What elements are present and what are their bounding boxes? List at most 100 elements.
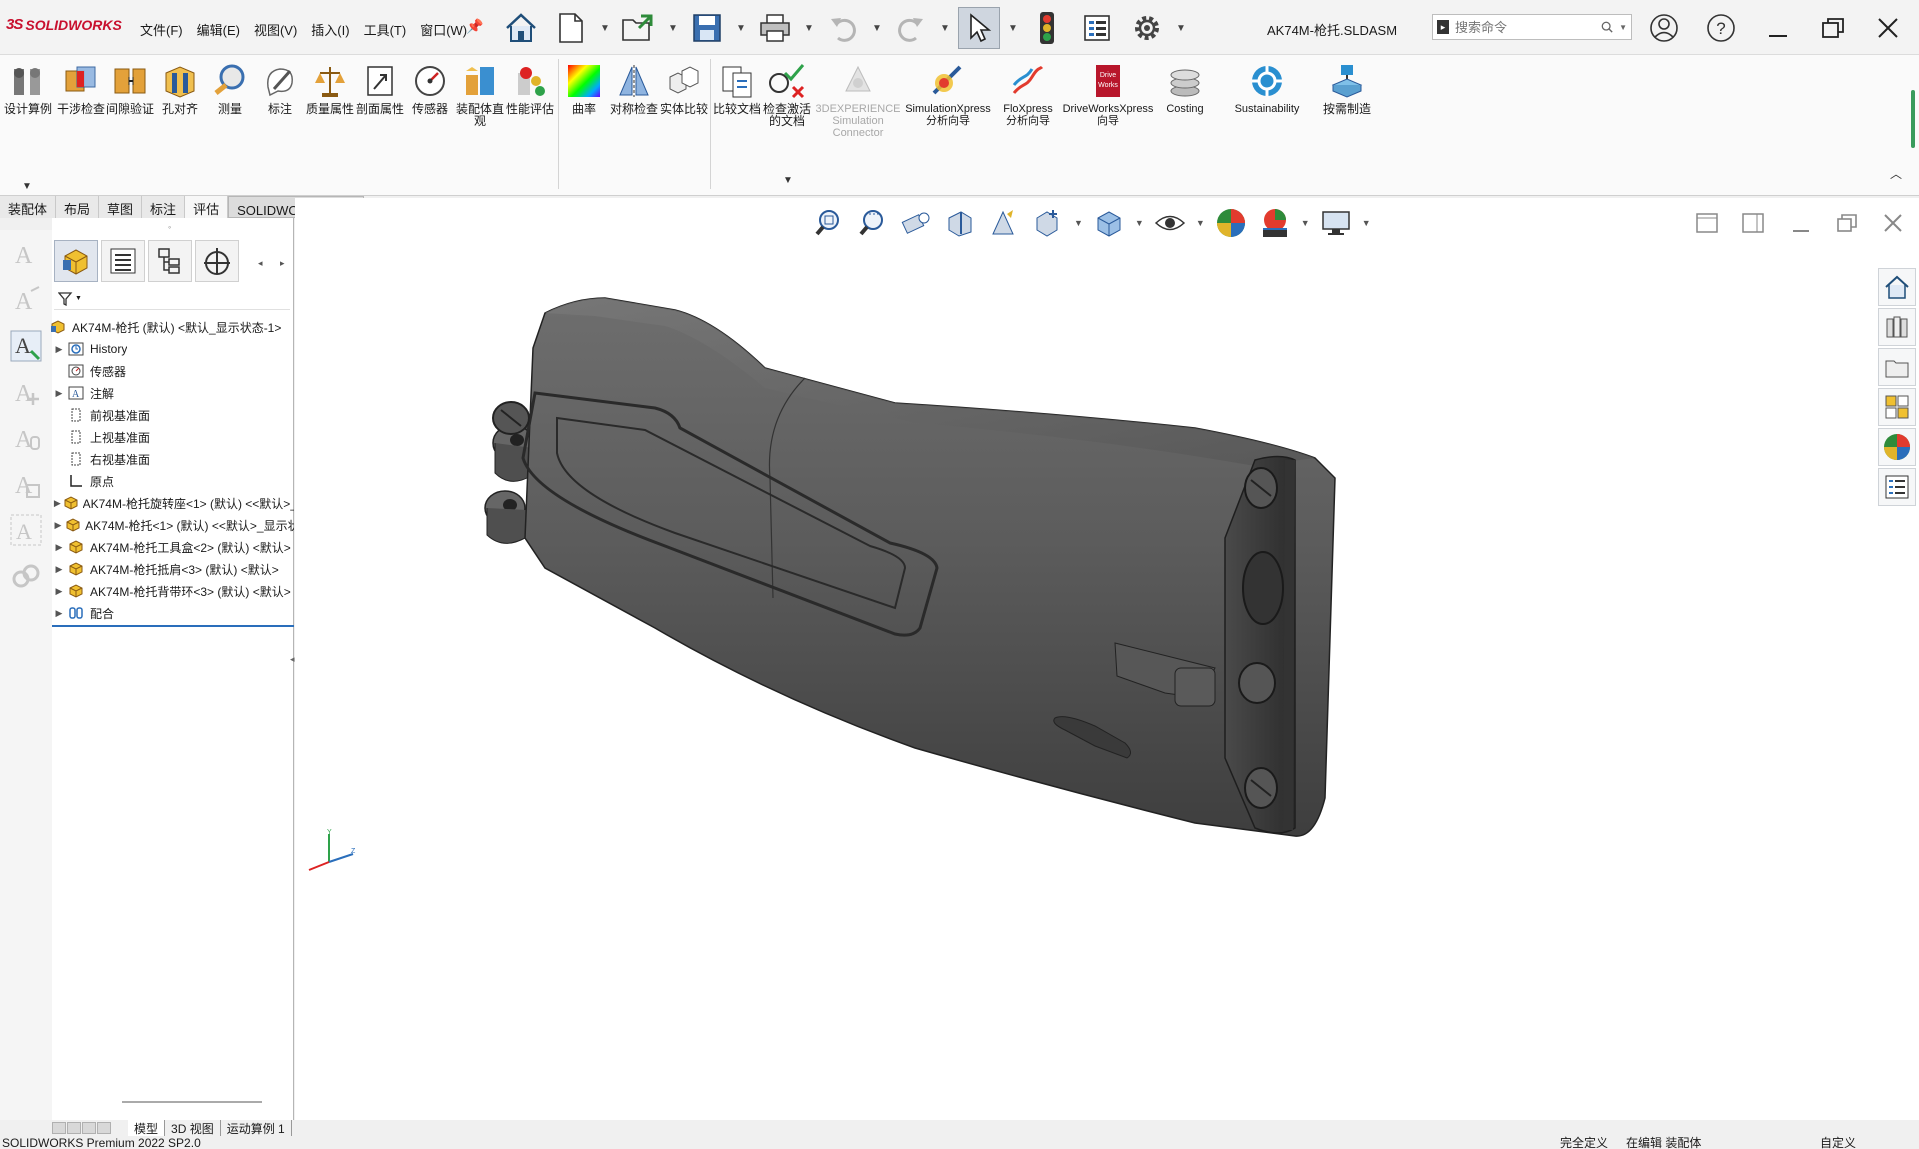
redo-icon[interactable] xyxy=(890,7,932,49)
simulationxpress-button[interactable]: SimulationXpress 分析向导 xyxy=(902,61,994,127)
menu-insert[interactable]: 插入(I) xyxy=(311,20,349,39)
view-orientation-icon[interactable] xyxy=(1030,205,1066,241)
panel-collapse-icon[interactable]: ◂ xyxy=(290,654,295,665)
tree-item-component[interactable]: ▶ AK74M-枪托抵肩<3> (默认) <默认> xyxy=(52,558,294,580)
design-library-icon[interactable] xyxy=(1878,308,1916,346)
home-icon[interactable] xyxy=(500,7,542,49)
feature-tree-tab-icon[interactable] xyxy=(54,240,98,282)
custom-properties-icon[interactable] xyxy=(1878,468,1916,506)
file-properties-icon[interactable] xyxy=(1076,7,1118,49)
note-icon[interactable]: A xyxy=(4,232,48,276)
document-note-icon[interactable]: A xyxy=(4,462,48,506)
property-manager-tab-icon[interactable] xyxy=(101,240,145,282)
tree-item-right-plane[interactable]: 右视基准面 xyxy=(52,448,294,470)
3d-model-buttstock[interactable] xyxy=(295,198,1919,1120)
print-dropdown-icon[interactable]: ▼ xyxy=(804,23,814,34)
viewport-split-right-icon[interactable] xyxy=(1738,210,1768,236)
markup-button[interactable]: 标注 xyxy=(256,61,304,115)
tree-item-component[interactable]: ▶ AK74M-枪托工具盒<2> (默认) <默认> xyxy=(52,536,294,558)
help-icon[interactable]: ? xyxy=(1703,10,1739,46)
expand-arrow-icon[interactable]: ▶ xyxy=(52,498,63,509)
ribbon-group-expand-icon[interactable]: ▼ xyxy=(783,175,793,186)
configuration-manager-tab-icon[interactable] xyxy=(148,240,192,282)
attach-note-icon[interactable]: A xyxy=(4,416,48,460)
hide-show-dropdown-icon[interactable]: ▼ xyxy=(1196,218,1205,228)
save-icon[interactable] xyxy=(686,7,728,49)
display-style-icon[interactable] xyxy=(1091,205,1127,241)
menu-file[interactable]: 文件(F) xyxy=(140,20,183,39)
view-palette-icon[interactable] xyxy=(1878,388,1916,426)
balloon-note-icon[interactable]: A xyxy=(4,278,48,322)
expand-arrow-icon[interactable]: ▶ xyxy=(52,564,66,575)
options-gear-icon[interactable] xyxy=(1126,7,1168,49)
options-dropdown-icon[interactable]: ▼ xyxy=(1176,23,1186,34)
expand-arrow-icon[interactable]: ▶ xyxy=(52,344,66,355)
solidworks-resources-icon[interactable] xyxy=(1878,268,1916,306)
interference-check-button[interactable]: 干涉检查 xyxy=(57,61,105,115)
select-dropdown-icon[interactable]: ▼ xyxy=(1008,23,1018,34)
zoom-to-area-icon[interactable] xyxy=(854,205,890,241)
display-style-dropdown-icon[interactable]: ▼ xyxy=(1135,218,1144,228)
print-icon[interactable] xyxy=(754,7,796,49)
check-active-document-button[interactable]: 检查激活的文档 xyxy=(763,61,811,127)
ribbon-expand-icon[interactable]: ▼ xyxy=(22,181,32,192)
rebuild-traffic-light-icon[interactable] xyxy=(1026,7,1068,49)
undo-icon[interactable] xyxy=(822,7,864,49)
ribbon-collapse-icon[interactable]: ︿ xyxy=(1890,165,1902,182)
prev-tab-icon[interactable] xyxy=(67,1122,81,1134)
horizontal-scrollbar[interactable] xyxy=(122,1101,262,1103)
expand-arrow-icon[interactable]: ▶ xyxy=(52,520,64,531)
hide-show-items-icon[interactable] xyxy=(1152,205,1188,241)
dynamic-annotation-views-icon[interactable] xyxy=(986,205,1022,241)
graphics-area[interactable]: Y Z xyxy=(295,198,1919,1120)
previous-view-icon[interactable] xyxy=(898,205,934,241)
tab-sketch[interactable]: 草图 xyxy=(99,196,143,218)
panel-grip-icon[interactable]: ◦ xyxy=(168,222,171,232)
driveworksxpress-button[interactable]: Drive Works DriveWorksXpress 向导 xyxy=(1062,61,1154,127)
clearance-verification-button[interactable]: 间隙验证 xyxy=(106,61,154,115)
search-input[interactable] xyxy=(1455,19,1596,35)
tab-motion-study[interactable]: 运动算例 1 xyxy=(221,1120,292,1136)
viewport-minimize-icon[interactable] xyxy=(1786,210,1816,236)
solidworks-logo[interactable]: 3S SOLIDWORKS xyxy=(6,16,122,33)
view-orientation-dropdown-icon[interactable]: ▼ xyxy=(1074,218,1083,228)
compare-bodies-button[interactable]: 实体比较 xyxy=(660,61,708,115)
expand-arrow-icon[interactable]: ▶ xyxy=(52,388,66,399)
tab-markup[interactable]: 标注 xyxy=(142,196,186,218)
sustainability-button[interactable]: Sustainability xyxy=(1228,61,1306,115)
select-cursor-icon[interactable] xyxy=(958,7,1000,49)
viewport-restore-icon[interactable] xyxy=(1832,210,1862,236)
tab-evaluate[interactable]: 评估 xyxy=(185,196,229,218)
hole-alignment-button[interactable]: 孔对齐 xyxy=(156,61,204,115)
smart-note-icon[interactable]: A xyxy=(4,324,48,368)
open-dropdown-icon[interactable]: ▼ xyxy=(668,23,678,34)
link-note-icon[interactable] xyxy=(4,554,48,598)
floxpress-button[interactable]: FloXpress 分析向导 xyxy=(1000,61,1056,127)
edit-appearance-icon[interactable] xyxy=(1213,205,1249,241)
filter-icon[interactable] xyxy=(58,291,74,306)
tab-assembly[interactable]: 装配体 xyxy=(0,196,57,218)
appearances-scenes-icon[interactable] xyxy=(1878,428,1916,466)
file-explorer-icon[interactable] xyxy=(1878,348,1916,386)
manufacturing-on-demand-button[interactable]: 按需制造 xyxy=(1323,61,1371,115)
next-tab-icon[interactable] xyxy=(82,1122,96,1134)
close-icon[interactable] xyxy=(1870,10,1906,46)
measure-button[interactable]: 测量 xyxy=(206,61,254,115)
view-settings-dropdown-icon[interactable]: ▼ xyxy=(1362,218,1371,228)
tabs-scroll-left-icon[interactable]: ◂ xyxy=(258,258,263,269)
tree-item-front-plane[interactable]: 前视基准面 xyxy=(52,404,294,426)
add-note-icon[interactable]: A xyxy=(4,370,48,414)
curvature-button[interactable]: 曲率 xyxy=(560,61,608,115)
tree-item-mates[interactable]: ▶ 配合 xyxy=(52,602,294,624)
sensor-button[interactable]: 传感器 xyxy=(406,61,454,115)
viewport-close-icon[interactable] xyxy=(1878,210,1908,236)
expand-arrow-icon[interactable]: ▶ xyxy=(52,586,66,597)
tree-item-history[interactable]: ▶ History xyxy=(52,338,294,360)
view-settings-icon[interactable] xyxy=(1318,205,1354,241)
first-tab-icon[interactable] xyxy=(52,1122,66,1134)
tab-model[interactable]: 模型 xyxy=(128,1120,166,1136)
menu-window[interactable]: 窗口(W) xyxy=(420,20,467,39)
ribbon-scroll-indicator[interactable] xyxy=(1911,90,1915,148)
expand-arrow-icon[interactable]: ▶ xyxy=(52,608,66,619)
tree-root-assembly[interactable]: AK74M-枪托 (默认) <默认_显示状态-1> xyxy=(48,316,294,338)
